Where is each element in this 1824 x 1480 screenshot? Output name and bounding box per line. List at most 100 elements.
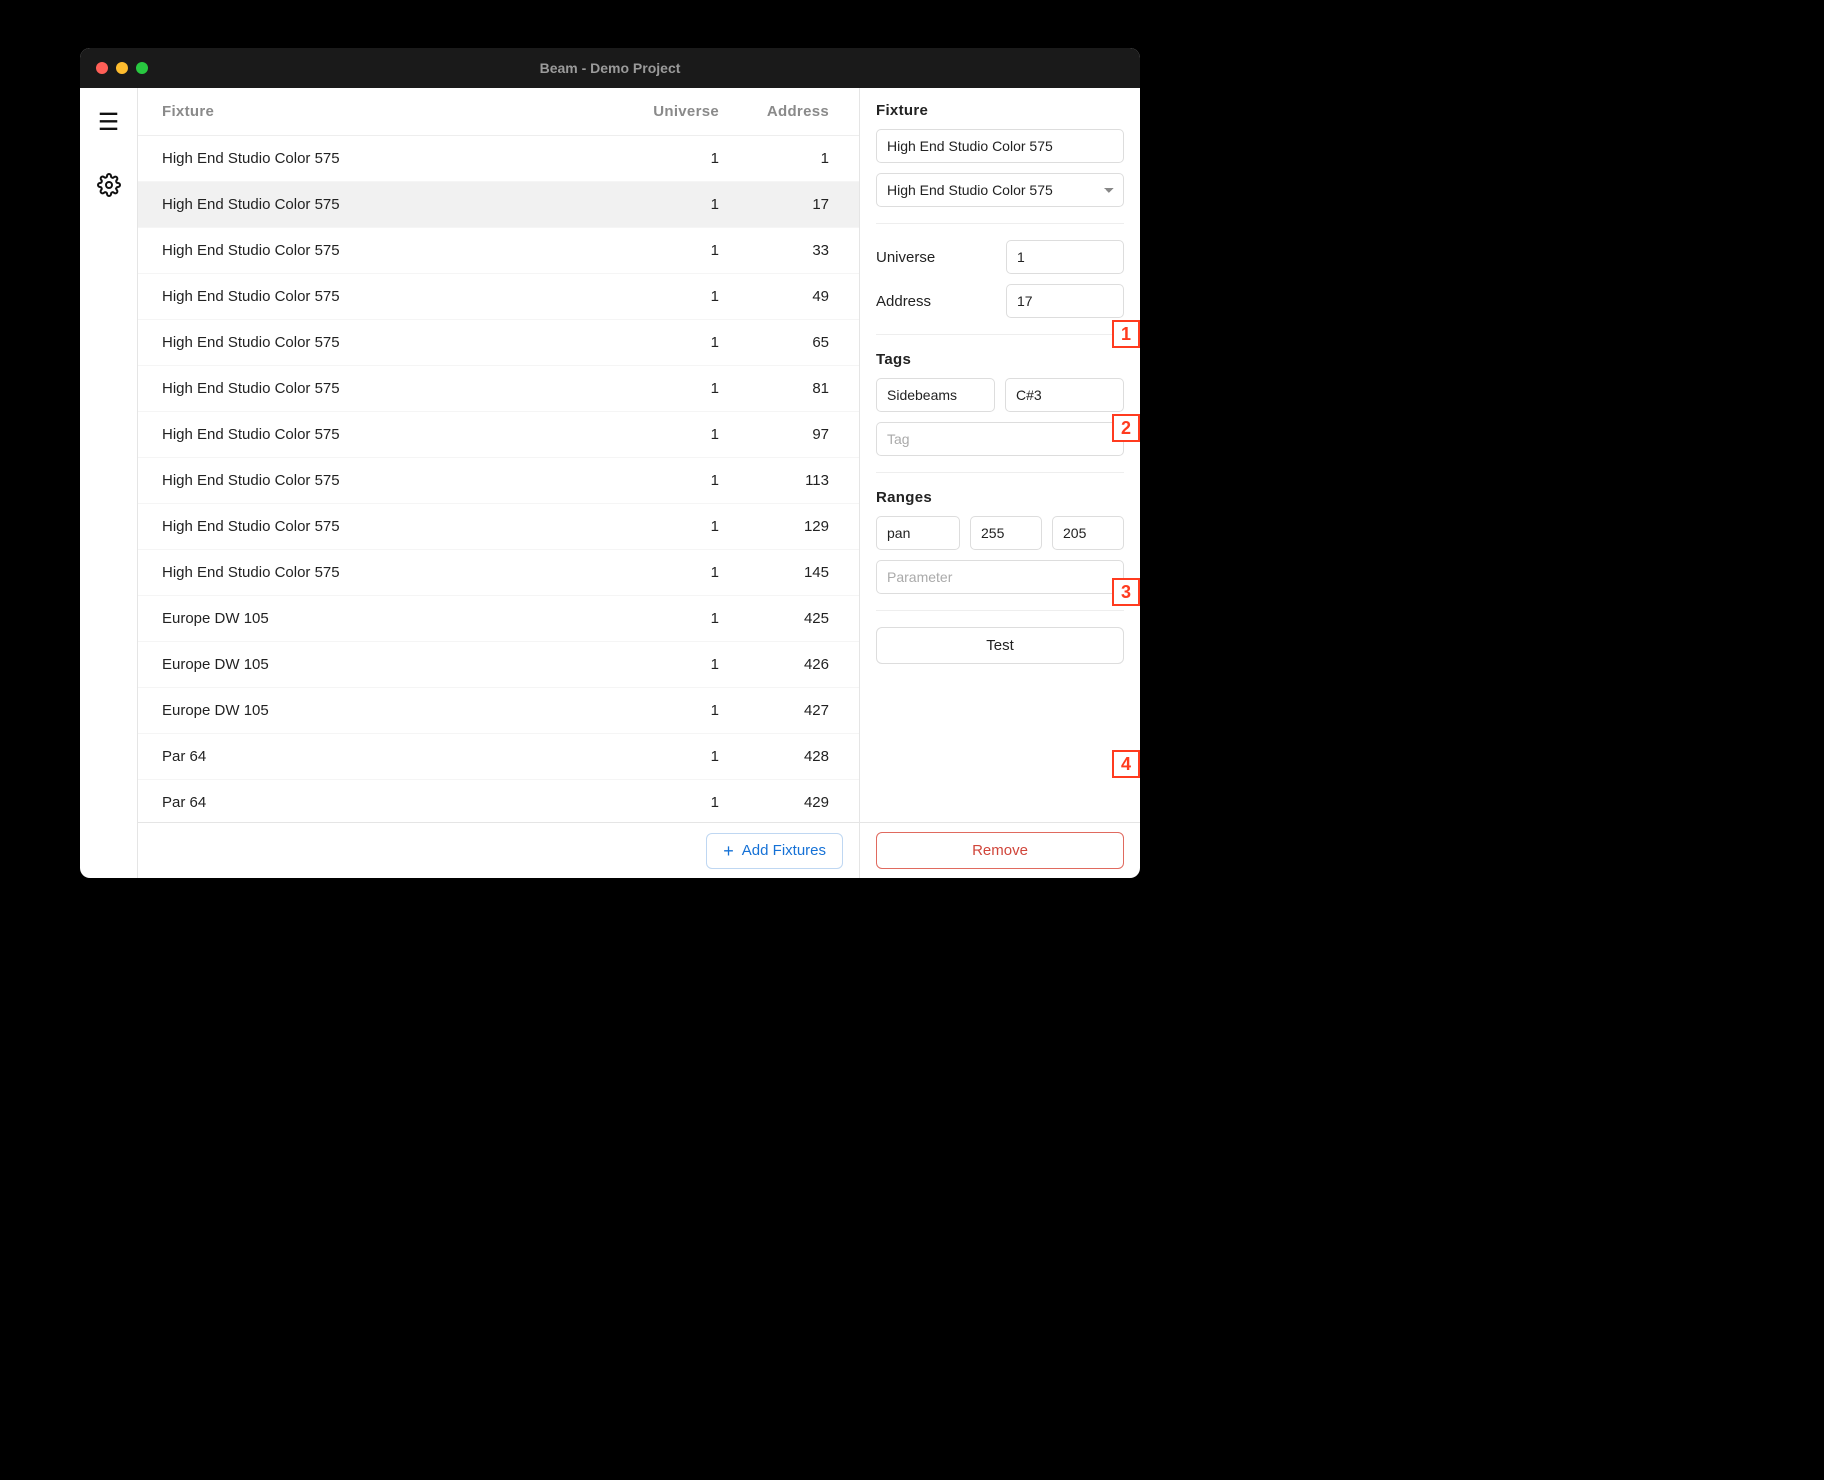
table-row[interactable]: High End Studio Color 5751129 <box>138 504 859 550</box>
cell-universe: 1 <box>615 656 725 673</box>
cell-universe: 1 <box>615 150 725 167</box>
traffic-lights <box>80 62 148 74</box>
table-row[interactable]: High End Studio Color 5751145 <box>138 550 859 596</box>
nav-fixtures-button[interactable]: ☰ <box>88 102 130 144</box>
table-row[interactable]: Europe DW 1051427 <box>138 688 859 734</box>
table-footer: + Add Fixtures <box>138 822 860 878</box>
col-fixture: Fixture <box>162 103 615 120</box>
list-icon: ☰ <box>98 111 120 135</box>
cell-fixture: High End Studio Color 575 <box>162 196 615 213</box>
cell-address: 81 <box>725 380 835 397</box>
cell-fixture: High End Studio Color 575 <box>162 518 615 535</box>
cell-fixture: Europe DW 105 <box>162 702 615 719</box>
cell-universe: 1 <box>615 380 725 397</box>
table-row[interactable]: High End Studio Color 575133 <box>138 228 859 274</box>
cell-universe: 1 <box>615 748 725 765</box>
cell-universe: 1 <box>615 196 725 213</box>
table-header: Fixture Universe Address <box>138 88 859 136</box>
cell-universe: 1 <box>615 426 725 443</box>
add-fixtures-button[interactable]: + Add Fixtures <box>706 833 843 869</box>
address-label: Address <box>876 293 994 310</box>
tag-input-0[interactable] <box>876 378 995 412</box>
window-close-button[interactable] <box>96 62 108 74</box>
table-row[interactable]: Par 641428 <box>138 734 859 780</box>
col-address: Address <box>725 103 835 120</box>
cell-universe: 1 <box>615 518 725 535</box>
fixture-section-label: Fixture <box>876 102 1124 119</box>
cell-address: 425 <box>725 610 835 627</box>
plus-icon: + <box>723 842 734 860</box>
cell-address: 129 <box>725 518 835 535</box>
cell-address: 426 <box>725 656 835 673</box>
inspector-panel: Fixture High End Studio Color 575 Univer… <box>860 88 1140 878</box>
cell-address: 427 <box>725 702 835 719</box>
table-row[interactable]: High End Studio Color 575117 <box>138 182 859 228</box>
annotation-4: 4 <box>1112 750 1140 778</box>
fixture-name-input[interactable] <box>876 129 1124 163</box>
cell-fixture: High End Studio Color 575 <box>162 380 615 397</box>
fixture-profile-select[interactable]: High End Studio Color 575 <box>876 173 1124 207</box>
cell-universe: 1 <box>615 242 725 259</box>
window-title: Beam - Demo Project <box>80 60 1140 76</box>
cell-fixture: Par 64 <box>162 794 615 811</box>
cell-universe: 1 <box>615 288 725 305</box>
cell-fixture: High End Studio Color 575 <box>162 472 615 489</box>
fixture-table: Fixture Universe Address High End Studio… <box>138 88 860 822</box>
cell-fixture: Europe DW 105 <box>162 656 615 673</box>
address-input[interactable] <box>1006 284 1124 318</box>
cell-universe: 1 <box>615 564 725 581</box>
table-row[interactable]: High End Studio Color 57511 <box>138 136 859 182</box>
cell-address: 145 <box>725 564 835 581</box>
cell-fixture: Europe DW 105 <box>162 610 615 627</box>
cell-fixture: High End Studio Color 575 <box>162 564 615 581</box>
cell-address: 97 <box>725 426 835 443</box>
range-a-input[interactable] <box>970 516 1042 550</box>
cell-address: 1 <box>725 150 835 167</box>
cell-universe: 1 <box>615 334 725 351</box>
col-universe: Universe <box>615 103 725 120</box>
cell-address: 65 <box>725 334 835 351</box>
cell-address: 429 <box>725 794 835 811</box>
cell-universe: 1 <box>615 610 725 627</box>
cell-address: 113 <box>725 472 835 489</box>
universe-input[interactable] <box>1006 240 1124 274</box>
remove-button[interactable]: Remove <box>876 832 1124 869</box>
window-zoom-button[interactable] <box>136 62 148 74</box>
table-row[interactable]: Par 641429 <box>138 780 859 822</box>
tags-section-label: Tags <box>876 351 1124 368</box>
cell-address: 33 <box>725 242 835 259</box>
table-row[interactable]: High End Studio Color 575197 <box>138 412 859 458</box>
range-b-input[interactable] <box>1052 516 1124 550</box>
universe-label: Universe <box>876 249 994 266</box>
cell-fixture: High End Studio Color 575 <box>162 426 615 443</box>
cell-fixture: Par 64 <box>162 748 615 765</box>
titlebar: Beam - Demo Project <box>80 48 1140 88</box>
add-fixtures-label: Add Fixtures <box>742 842 826 859</box>
range-new-input[interactable] <box>876 560 1124 594</box>
table-row[interactable]: High End Studio Color 575181 <box>138 366 859 412</box>
test-button[interactable]: Test <box>876 627 1124 664</box>
table-row[interactable]: Europe DW 1051426 <box>138 642 859 688</box>
cell-fixture: High End Studio Color 575 <box>162 288 615 305</box>
cell-universe: 1 <box>615 472 725 489</box>
table-row[interactable]: Europe DW 1051425 <box>138 596 859 642</box>
cell-address: 49 <box>725 288 835 305</box>
table-row[interactable]: High End Studio Color 575165 <box>138 320 859 366</box>
app-window: Beam - Demo Project ☰ Fixture Universe A… <box>80 48 1140 878</box>
range-param-input[interactable] <box>876 516 960 550</box>
cell-address: 17 <box>725 196 835 213</box>
window-minimize-button[interactable] <box>116 62 128 74</box>
tag-new-input[interactable] <box>876 422 1124 456</box>
nav-settings-button[interactable] <box>88 164 130 206</box>
cell-universe: 1 <box>615 702 725 719</box>
tag-input-1[interactable] <box>1005 378 1124 412</box>
cell-fixture: High End Studio Color 575 <box>162 242 615 259</box>
cell-address: 428 <box>725 748 835 765</box>
ranges-section-label: Ranges <box>876 489 1124 506</box>
table-row[interactable]: High End Studio Color 5751113 <box>138 458 859 504</box>
cell-universe: 1 <box>615 794 725 811</box>
table-row[interactable]: High End Studio Color 575149 <box>138 274 859 320</box>
cell-fixture: High End Studio Color 575 <box>162 150 615 167</box>
nav-sidebar: ☰ <box>80 88 138 878</box>
cell-fixture: High End Studio Color 575 <box>162 334 615 351</box>
